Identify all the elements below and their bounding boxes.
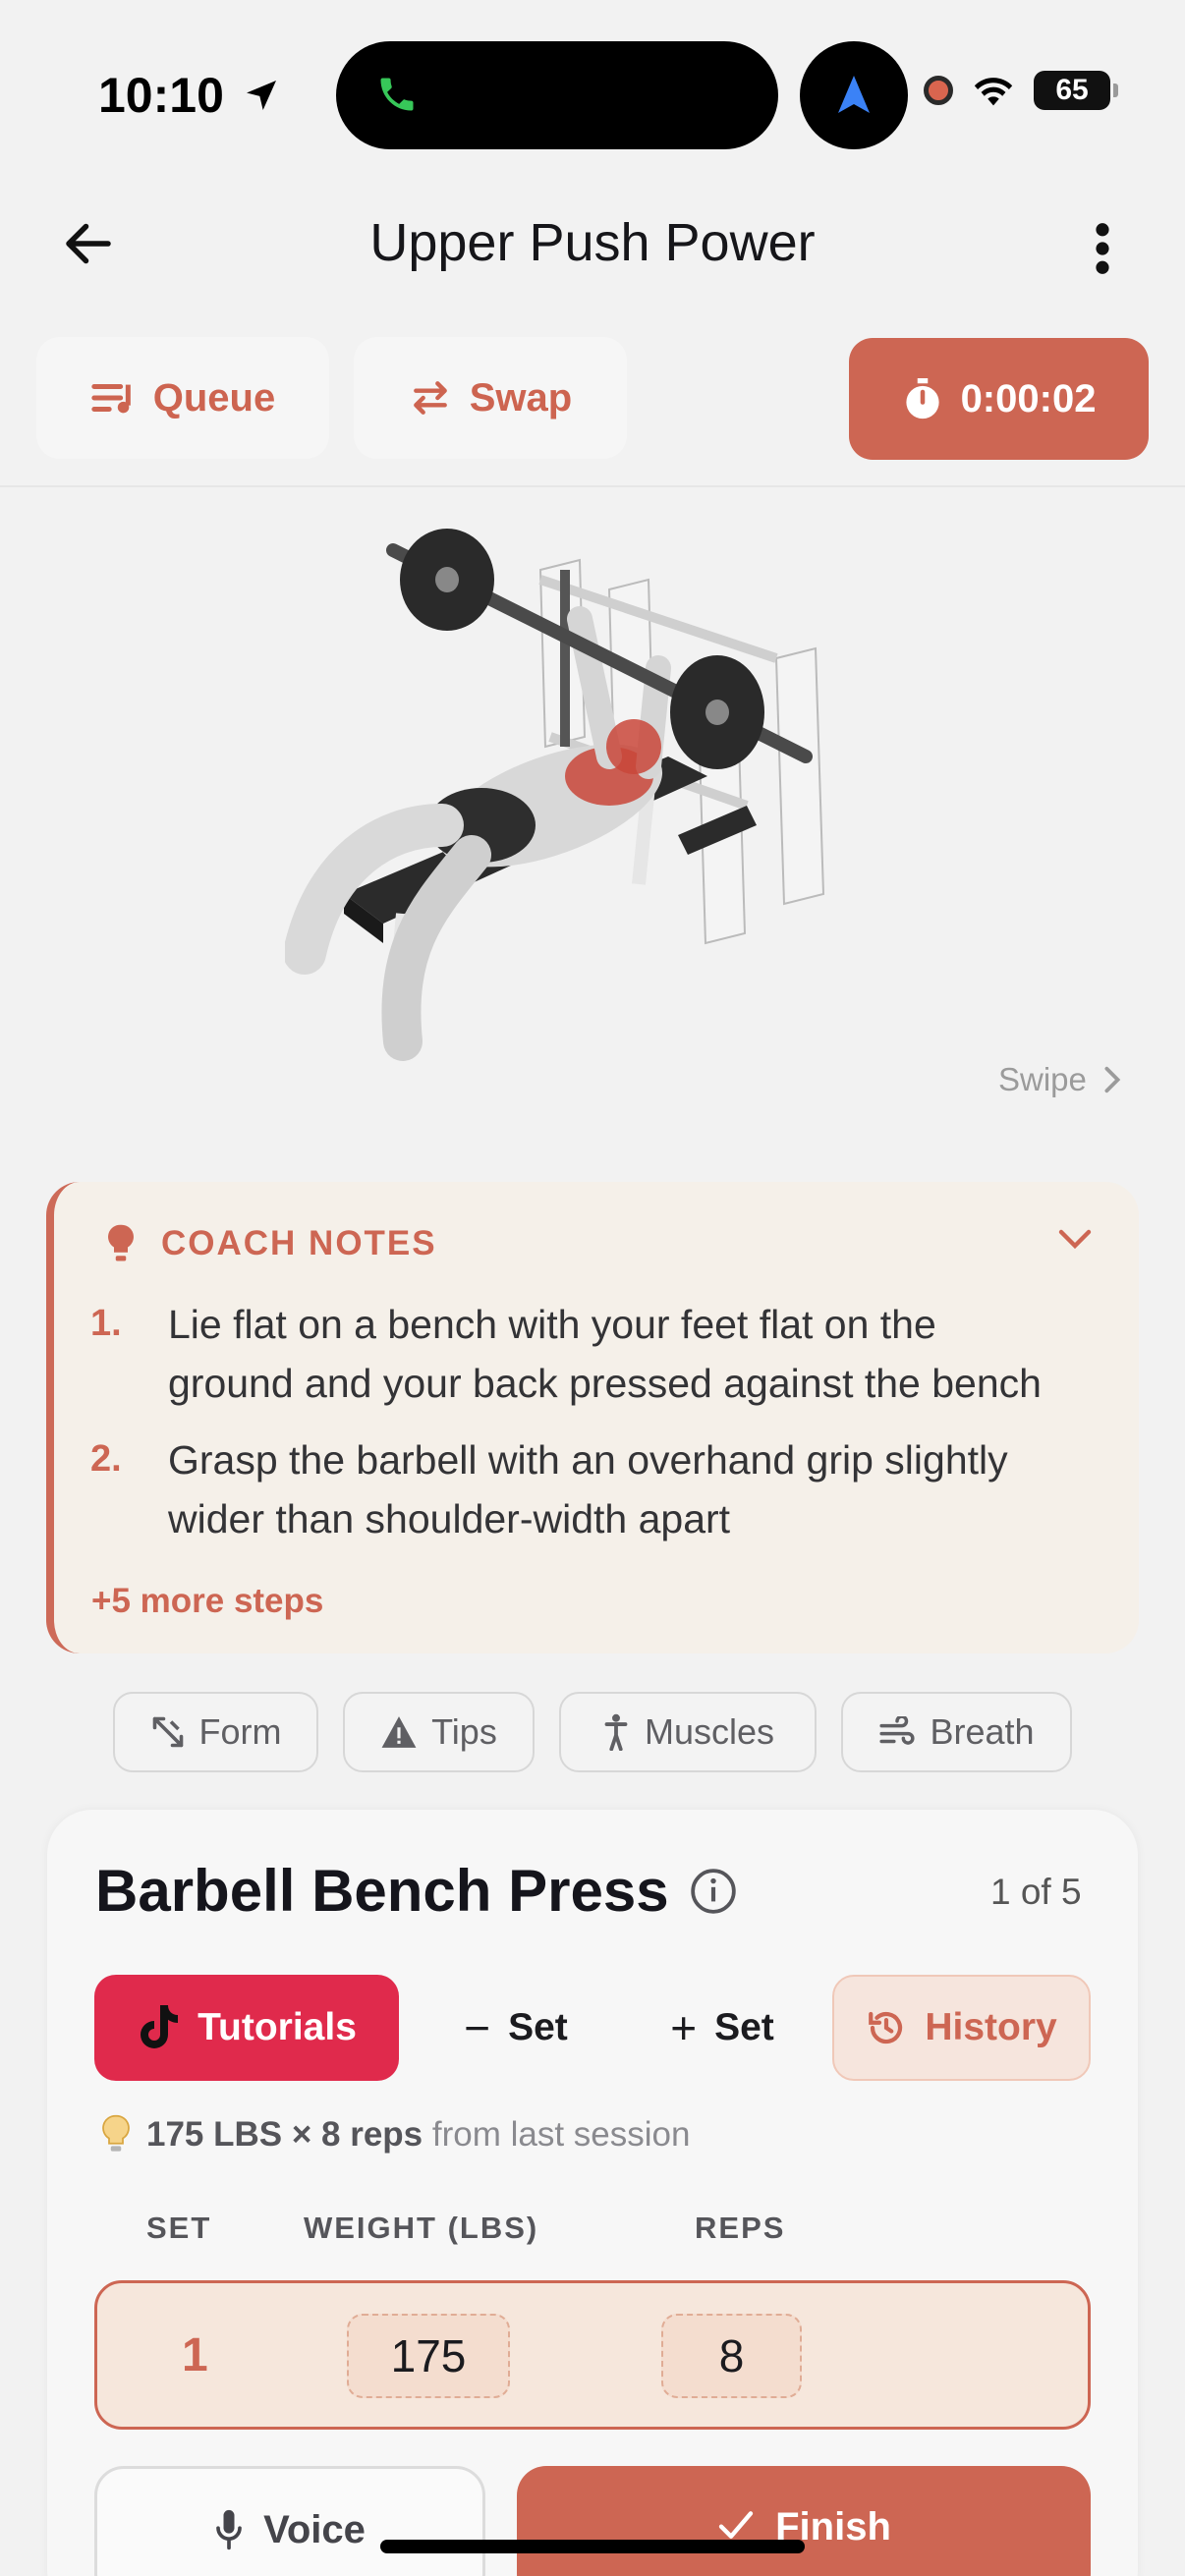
exercise-illustration[interactable] (285, 511, 894, 1110)
last-session-hint: 175 LBS × 8 reps from last session (101, 2114, 690, 2156)
location-arrow-icon (246, 81, 276, 110)
workout-timer-button[interactable]: 0:00:02 (849, 338, 1149, 460)
exercise-title: Barbell Bench Press (95, 1857, 738, 1925)
swap-button[interactable]: Swap (354, 337, 627, 459)
last-session-suffix: from last session (431, 2115, 691, 2154)
coach-notes-toggle[interactable] (1057, 1228, 1093, 1250)
step-number: 2. (90, 1438, 122, 1480)
swipe-hint[interactable]: Swipe (998, 1061, 1122, 1098)
step-line: ground and your back pressed against the… (168, 1361, 1042, 1406)
set-number: 1 (182, 2329, 208, 2381)
queue-list-icon (91, 384, 131, 414)
set-row[interactable] (94, 2280, 1091, 2430)
voice-button[interactable]: Voice (94, 2466, 485, 2576)
chevron-right-icon (1104, 1066, 1121, 1093)
warning-triangle-icon (381, 1716, 417, 1748)
tutorials-label: Tutorials (198, 2006, 357, 2048)
chip-form[interactable]: Form (113, 1692, 318, 1772)
form-arrows-icon (152, 1716, 183, 1748)
lightbulb-icon (108, 1224, 134, 1261)
coach-notes-header: COACH NOTES (106, 1223, 437, 1264)
checkmark-icon (718, 2511, 754, 2539)
add-set-button[interactable]: + Set (649, 1975, 796, 2081)
more-options-button[interactable] (1081, 216, 1124, 281)
weight-input[interactable]: 175 (347, 2314, 510, 2398)
step-text: Lie flat on a bench with your feet flat … (168, 1295, 1151, 1413)
swap-arrows-icon (413, 381, 447, 415)
queue-label: Queue (152, 375, 276, 420)
step-line: Lie flat on a bench with your feet flat … (168, 1302, 936, 1347)
recording-dot-icon (924, 76, 953, 105)
step-line: Grasp the barbell with an overhand grip … (168, 1437, 1008, 1483)
phone-call-icon (380, 78, 414, 111)
finish-button[interactable]: Finish (517, 2466, 1091, 2576)
microphone-icon (216, 2509, 242, 2550)
column-reps: REPS (695, 2211, 786, 2245)
swap-label: Swap (469, 375, 573, 420)
coach-notes-title: COACH NOTES (161, 1224, 437, 1262)
navigation-arrow-icon (838, 76, 870, 113)
tiktok-icon (141, 2005, 179, 2048)
battery-indicator: 65 (1034, 71, 1118, 110)
person-standing-icon (604, 1713, 628, 1751)
chip-muscles[interactable]: Muscles (559, 1692, 817, 1772)
tutorials-button[interactable]: Tutorials (94, 1975, 399, 2081)
column-weight: WEIGHT (LBS) (304, 2211, 539, 2245)
chip-tips[interactable]: Tips (343, 1692, 535, 1772)
stopwatch-icon (905, 378, 939, 420)
lightbulb-hint-icon (102, 2114, 130, 2152)
remove-set-label: Set (508, 2006, 568, 2048)
step-number: 1. (90, 1303, 122, 1344)
chip-tips-label: Tips (431, 1711, 497, 1752)
bench-press-illustration (285, 529, 825, 1061)
page-title: Upper Push Power (369, 213, 816, 272)
step-text: Grasp the barbell with an overhand grip … (168, 1430, 1151, 1548)
exercise-card (47, 1810, 1138, 2576)
chip-form-label: Form (198, 1711, 282, 1752)
exercise-position: 1 of 5 (990, 1872, 1082, 1912)
chip-breath[interactable]: Breath (841, 1692, 1072, 1772)
chip-muscles-label: Muscles (644, 1711, 775, 1752)
home-indicator[interactable] (380, 2540, 805, 2553)
swipe-label: Swipe (998, 1061, 1087, 1097)
last-session-value: 175 LBS × 8 reps (146, 2115, 423, 2154)
dynamic-island[interactable] (336, 41, 778, 149)
plus-icon: + (670, 2002, 698, 2053)
chevron-down-icon (1058, 1229, 1092, 1250)
battery-level: 65 (1055, 74, 1089, 106)
step-line: wider than shoulder-width apart (168, 1496, 731, 1541)
history-label: History (925, 2006, 1057, 2048)
exercise-name: Barbell Bench Press (95, 1858, 669, 1924)
toolbar-divider (0, 485, 1185, 487)
timer-value: 0:00:02 (960, 376, 1097, 420)
status-icons: 65 (924, 71, 1118, 110)
history-button[interactable]: History (832, 1975, 1091, 2081)
more-vertical-icon (1096, 223, 1109, 274)
navigation-indicator[interactable] (800, 41, 908, 149)
wifi-icon (974, 78, 1013, 106)
wind-icon (879, 1716, 915, 1745)
status-time: 10:10 (98, 67, 281, 124)
reps-input[interactable]: 8 (661, 2314, 802, 2398)
remove-set-button[interactable]: − Set (442, 1975, 590, 2081)
status-time-text: 10:10 (98, 68, 224, 123)
add-set-label: Set (714, 2006, 774, 2048)
column-set: SET (146, 2211, 212, 2245)
voice-label: Voice (263, 2508, 366, 2551)
minus-icon: − (464, 2002, 491, 2053)
chip-breath-label: Breath (930, 1711, 1035, 1752)
info-icon[interactable] (689, 1867, 738, 1916)
history-clock-icon (869, 2011, 903, 2044)
queue-button[interactable]: Queue (36, 337, 329, 459)
more-steps-link[interactable]: +5 more steps (91, 1582, 323, 1621)
